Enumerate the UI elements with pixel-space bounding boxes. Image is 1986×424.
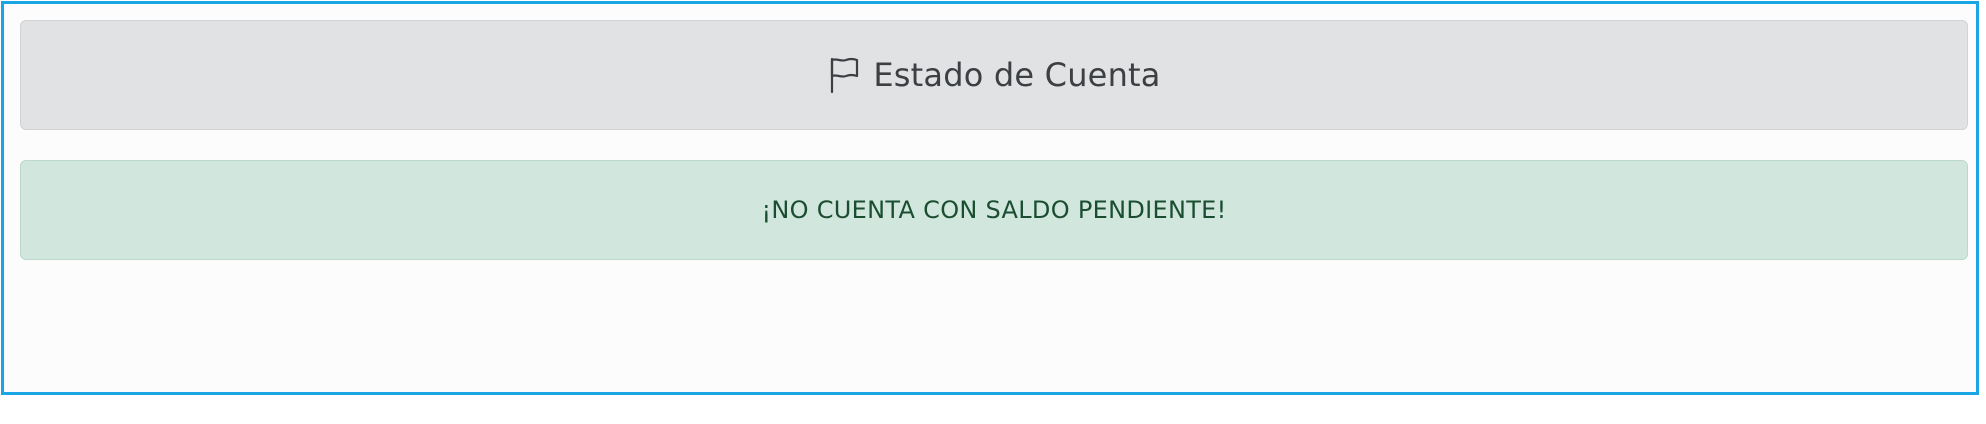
page-frame: Estado de Cuenta ¡NO CUENTA CON SALDO PE… xyxy=(1,1,1979,395)
status-alert: ¡NO CUENTA CON SALDO PENDIENTE! xyxy=(20,160,1968,260)
page-title: Estado de Cuenta xyxy=(873,56,1161,94)
card-header: Estado de Cuenta xyxy=(20,20,1968,130)
flag-icon xyxy=(827,56,861,94)
alert-message: ¡NO CUENTA CON SALDO PENDIENTE! xyxy=(761,196,1227,224)
